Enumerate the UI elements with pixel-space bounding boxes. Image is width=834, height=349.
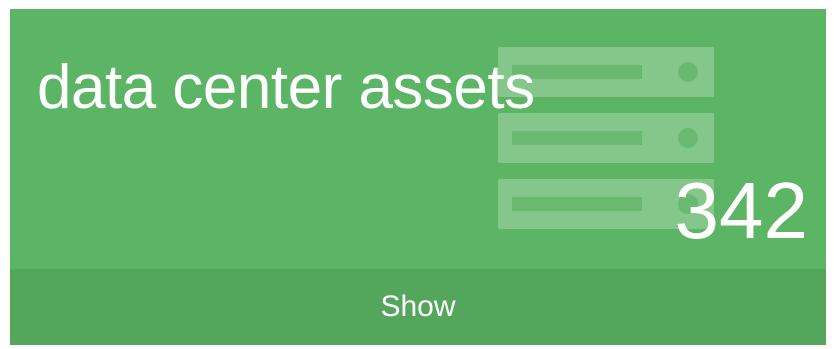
data-center-assets-tile: data center assets 342 Show [10, 9, 826, 345]
show-button[interactable]: Show [10, 269, 826, 345]
tile-title: data center assets [37, 53, 535, 122]
asset-count: 342 [674, 166, 808, 255]
show-button-label: Show [380, 290, 456, 323]
